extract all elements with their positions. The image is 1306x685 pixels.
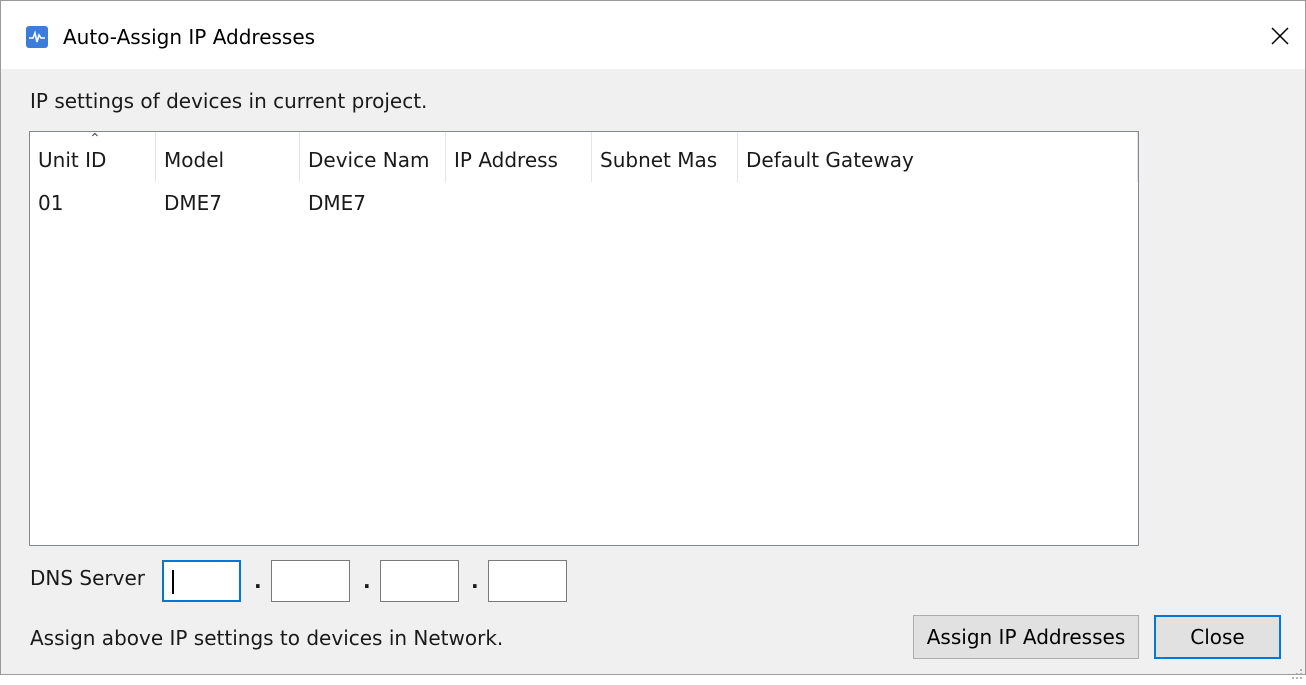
list-caption: IP settings of devices in current projec…	[30, 89, 428, 113]
assign-ip-addresses-button[interactable]: Assign IP Addresses	[913, 615, 1139, 659]
dns-octet-4-input[interactable]	[488, 560, 567, 602]
cell-device-name: DME7	[308, 191, 367, 215]
column-header-model[interactable]: Model	[156, 132, 300, 182]
resize-grip-icon[interactable]	[1291, 661, 1303, 679]
column-header-label: IP Address	[454, 148, 558, 172]
app-icon	[26, 26, 48, 48]
column-header-label: Device Nam	[308, 148, 430, 172]
dns-separator: .	[363, 569, 371, 593]
title-bar[interactable]: Auto-Assign IP Addresses	[1, 1, 1305, 69]
dns-separator: .	[471, 569, 479, 593]
column-header-label: Subnet Mas	[600, 148, 718, 172]
cell-unit-id: 01	[38, 191, 64, 215]
device-list[interactable]: ⌃ Unit ID Model Device Nam IP Address Su…	[29, 131, 1139, 546]
text-caret	[172, 570, 174, 594]
dns-octet-3-input[interactable]	[380, 560, 459, 602]
column-header-unit-id[interactable]: ⌃ Unit ID	[30, 132, 156, 182]
close-button[interactable]: Close	[1154, 615, 1281, 659]
cell-model: DME7	[164, 191, 223, 215]
close-icon[interactable]	[1263, 19, 1297, 53]
column-header-label: Default Gateway	[746, 148, 914, 172]
assign-instruction-text: Assign above IP settings to devices in N…	[30, 626, 504, 650]
window-title: Auto-Assign IP Addresses	[63, 25, 316, 49]
dns-octet-2-input[interactable]	[271, 560, 350, 602]
dns-separator: .	[254, 569, 262, 593]
column-header-subnet-mask[interactable]: Subnet Mas	[592, 132, 738, 182]
dialog-window: Auto-Assign IP Addresses IP settings of …	[0, 0, 1306, 679]
column-header-label: Unit ID	[38, 148, 107, 172]
dns-server-label: DNS Server	[30, 566, 145, 590]
column-header-ip-address[interactable]: IP Address	[446, 132, 592, 182]
sort-ascending-icon: ⌃	[89, 132, 101, 147]
dns-octet-1-input[interactable]	[162, 560, 241, 602]
column-header-device-name[interactable]: Device Nam	[300, 132, 446, 182]
column-header-row: ⌃ Unit ID Model Device Nam IP Address Su…	[30, 132, 1138, 184]
table-row[interactable]: 01 DME7 DME7	[30, 188, 1138, 218]
column-header-default-gateway[interactable]: Default Gateway	[738, 132, 1138, 182]
column-header-label: Model	[164, 148, 225, 172]
